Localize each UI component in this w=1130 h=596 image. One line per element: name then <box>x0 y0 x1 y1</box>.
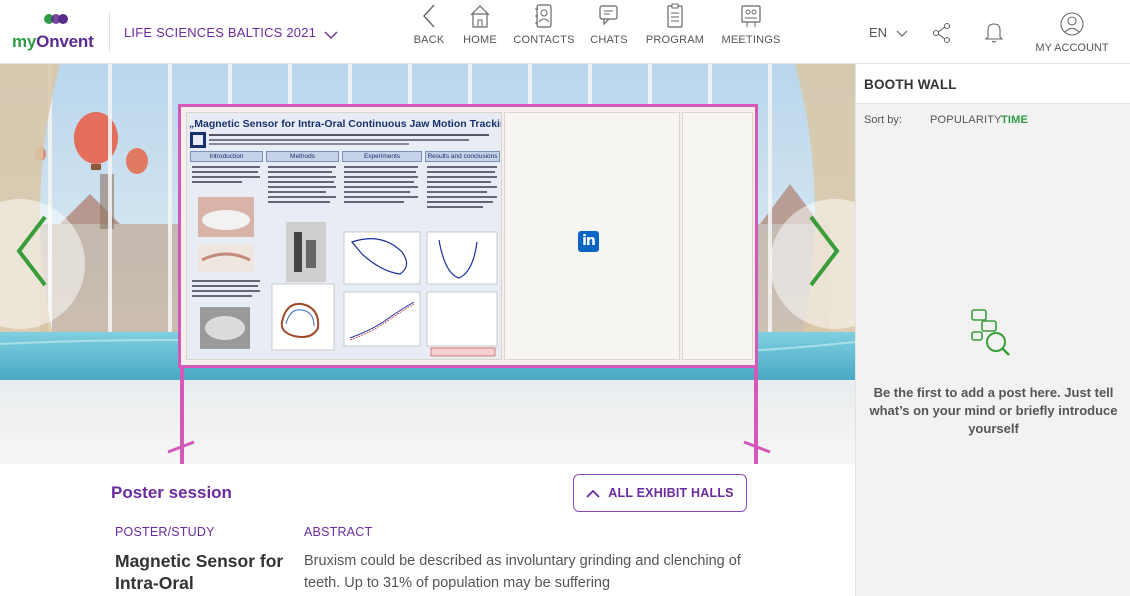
poster-column-methods: Methods <box>266 151 339 357</box>
poster-column-intro: Introduction <box>190 151 263 357</box>
home-icon <box>470 5 490 28</box>
event-selector-label: LIFE SCIENCES BALTICS 2021 <box>124 25 317 40</box>
poster-panel[interactable]: „Magnetic Sensor for Intra-Oral Continuo… <box>186 112 502 360</box>
my-account-button[interactable]: MY ACCOUNT <box>1032 8 1112 54</box>
poster-study-label: POSTER/STUDY <box>115 525 215 539</box>
share-icon[interactable] <box>932 22 952 44</box>
poster-authors-text <box>209 134 489 145</box>
nav-home[interactable]: HOME <box>458 0 502 50</box>
poster-info-section: Poster session ALL EXHIBIT HALLS POSTER/… <box>0 464 855 596</box>
booth-wall-title: BOOTH WALL <box>864 77 957 92</box>
previous-arrow-button[interactable] <box>14 214 50 288</box>
poster-panel-secondary: in <box>504 112 680 360</box>
booth-wall-empty-message: Be the first to add a post here. Just te… <box>869 385 1118 436</box>
logo-mark-icon <box>44 14 68 24</box>
chevron-down-icon <box>896 30 908 37</box>
exhibit-hall-scene: „Magnetic Sensor for Intra-Oral Continuo… <box>0 64 855 464</box>
nav-contacts[interactable]: CONTACTS <box>511 0 577 50</box>
program-icon <box>667 3 683 28</box>
bell-icon[interactable] <box>983 20 1005 44</box>
logo-text: myOnvent <box>12 32 94 51</box>
nav-meetings[interactable]: MEETINGS <box>719 0 783 50</box>
all-exhibit-halls-label: ALL EXHIBIT HALLS <box>608 486 734 500</box>
search-posts-icon <box>971 309 1010 356</box>
chevron-down-icon <box>324 31 338 39</box>
booth-wall-header: BOOTH WALL <box>856 64 1130 104</box>
poster-column-results: Results and conclusions <box>425 151 500 357</box>
abstract-label: ABSTRACT <box>304 525 373 539</box>
booth-wall-panel: BOOTH WALL Sort by: POPULARITY TIME Be t… <box>855 64 1130 596</box>
poster-board: „Magnetic Sensor for Intra-Oral Continuo… <box>178 104 758 368</box>
nav-chats[interactable]: CHATS <box>587 0 631 50</box>
stand-foot-right <box>743 440 771 454</box>
chevron-up-icon <box>586 489 600 498</box>
stand-foot-left <box>167 440 195 454</box>
my-account-label: MY ACCOUNT <box>1035 42 1109 54</box>
header-divider <box>109 12 110 52</box>
abstract-text: Bruxism could be described as involuntar… <box>304 553 741 591</box>
meetings-icon <box>741 5 761 27</box>
section-title: Poster session <box>111 483 232 502</box>
language-label: EN <box>869 25 888 40</box>
event-selector[interactable]: LIFE SCIENCES BALTICS 2021 <box>124 25 338 40</box>
language-selector[interactable]: EN <box>869 25 908 40</box>
myonvent-logo[interactable]: myOnvent <box>12 10 98 54</box>
top-bar: myOnvent LIFE SCIENCES BALTICS 2021 BACK… <box>0 0 1130 64</box>
chat-icon <box>599 5 618 26</box>
contacts-icon <box>535 4 552 28</box>
poster-panel-blank <box>682 112 753 360</box>
linkedin-icon[interactable]: in <box>578 231 599 252</box>
all-exhibit-halls-button[interactable]: ALL EXHIBIT HALLS <box>573 474 747 512</box>
sort-by-label: Sort by: <box>864 114 902 126</box>
poster-name: Magnetic Sensor for Intra-Oral <box>115 551 284 593</box>
sort-popularity-option[interactable]: POPULARITY <box>930 114 1002 126</box>
next-arrow-button[interactable] <box>806 214 842 288</box>
sort-time-option[interactable]: TIME <box>1001 114 1028 126</box>
poster-column-experiments: Experiments <box>342 151 422 357</box>
nav-back[interactable]: BACK <box>410 0 448 50</box>
university-logo-icon <box>190 132 206 148</box>
user-icon <box>1060 12 1084 36</box>
nav-program[interactable]: PROGRAM <box>643 0 707 50</box>
poster-title: „Magnetic Sensor for Intra-Oral Continuo… <box>189 118 501 130</box>
chevron-left-icon <box>423 4 435 28</box>
